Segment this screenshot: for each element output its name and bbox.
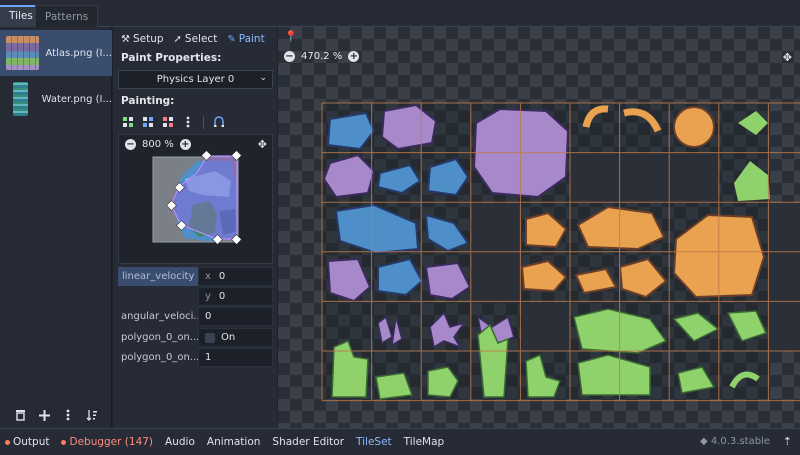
polygon-editor[interactable]: − 800 % + ✥ [118,134,273,264]
brush-icon: ✎ [227,33,236,45]
setup-button[interactable]: ⚒ Setup [121,33,164,45]
error-dot-icon [61,439,67,445]
dock-tab-bar: Tiles Patterns [0,0,800,27]
sort-icon[interactable] [85,408,99,422]
one-way-checkbox[interactable]: On [198,328,273,347]
atlas-viewport[interactable]: 📍 − 470.2 % + ✥ [278,27,800,428]
polygon-one-way-row: polygon_0_on... On [118,328,273,347]
linear-velocity-y-input[interactable]: y0 [198,287,273,306]
cursor-icon: ➚ [173,33,182,45]
painting-title: Painting: [121,95,175,107]
one-way-margin-input[interactable]: 1 [198,348,273,367]
edit-polygon-icon[interactable] [141,115,155,129]
angular-velocity-input[interactable]: 0 [198,307,273,326]
godot-icon: ◆ [699,436,708,447]
more-options-icon[interactable] [61,408,75,422]
checkbox-icon [205,332,215,343]
polygon-canvas [152,150,242,245]
source-item-atlas[interactable]: Atlas.png (I... [0,30,112,76]
paint-button[interactable]: ✎ Paint [227,33,264,45]
empty-tile-region [768,203,800,351]
select-button[interactable]: ➚ Select [174,33,218,45]
snap-icon[interactable] [212,115,226,129]
add-icon[interactable] [37,408,51,422]
tab-animation[interactable]: Animation [207,436,261,448]
property-name: polygon_0_on... [121,332,198,343]
property-name: linear_velocity [118,267,198,286]
tab-tilemap[interactable]: TileMap [404,436,445,448]
physics-layer-select[interactable]: Physics Layer 0 ⌄ [118,70,273,89]
source-label: Atlas.png (I... [45,47,112,59]
angular-velocity-row: angular_veloci... 0 [118,307,273,326]
tab-tileset[interactable]: TileSet [356,436,392,448]
zoom-in-button[interactable]: + [348,51,360,62]
tab-output[interactable]: Output [5,436,49,448]
editor-mode-bar: ⚒ Setup ➚ Select ✎ Paint [121,30,265,48]
tile-orange-boulder[interactable] [673,106,715,148]
tile-editor-panel: ⚒ Setup ➚ Select ✎ Paint Paint Propertie… [113,27,277,428]
viewport-zoom-level: 470.2 % [301,51,343,62]
trash-icon[interactable] [13,408,27,422]
more-options-icon[interactable] [181,115,195,129]
water-thumbnail [13,82,28,116]
property-name: polygon_0_on... [121,352,198,363]
viewport-zoom-controls: − 470.2 % + [284,51,360,62]
linear-velocity-x-row: linear_velocity x0 [118,267,273,286]
polygon-one-way-margin-row: polygon_0_on... 1 [118,348,273,367]
pin-icon[interactable]: 📍 [284,30,298,43]
delete-polygon-icon[interactable] [161,115,175,129]
version-label: ◆ 4.0.3.stable [699,436,770,447]
linear-velocity-y-row: y0 [118,287,273,306]
atlas-canvas [321,102,800,402]
tab-patterns[interactable]: Patterns [35,5,99,27]
tab-shader-editor[interactable]: Shader Editor [272,436,344,448]
tab-debugger[interactable]: Debugger (147) [61,436,153,448]
atlas-thumbnail [6,36,39,70]
source-label: Water.png (I... [41,93,112,105]
toolbar-divider [203,115,204,129]
bottom-panel-bar: Output Debugger (147) Audio Animation Sh… [0,428,800,455]
tools-icon: ⚒ [121,33,130,45]
status-dot-icon [5,439,10,445]
empty-tile-region [472,203,522,303]
paint-properties-title: Paint Properties: [121,52,222,64]
polygon-tools [121,115,226,129]
create-polygon-icon[interactable] [121,115,135,129]
physics-layer-value: Physics Layer 0 [156,74,235,85]
linear-velocity-x-input[interactable]: x0 [198,267,273,286]
empty-tile-region [570,153,718,203]
tileset-sources-panel: Atlas.png (I... Water.png (I... [0,27,112,428]
move-icon[interactable]: ✥ [783,51,792,64]
source-item-water[interactable]: Water.png (I... [0,76,112,122]
tab-audio[interactable]: Audio [165,436,195,448]
source-toolbar [0,402,112,428]
empty-tile-region [522,303,570,351]
expand-panel-icon[interactable]: ⇡ [783,435,792,448]
chevron-down-icon: ⌄ [259,73,267,83]
property-name: angular_veloci... [121,311,198,322]
zoom-out-button[interactable]: − [284,51,295,62]
